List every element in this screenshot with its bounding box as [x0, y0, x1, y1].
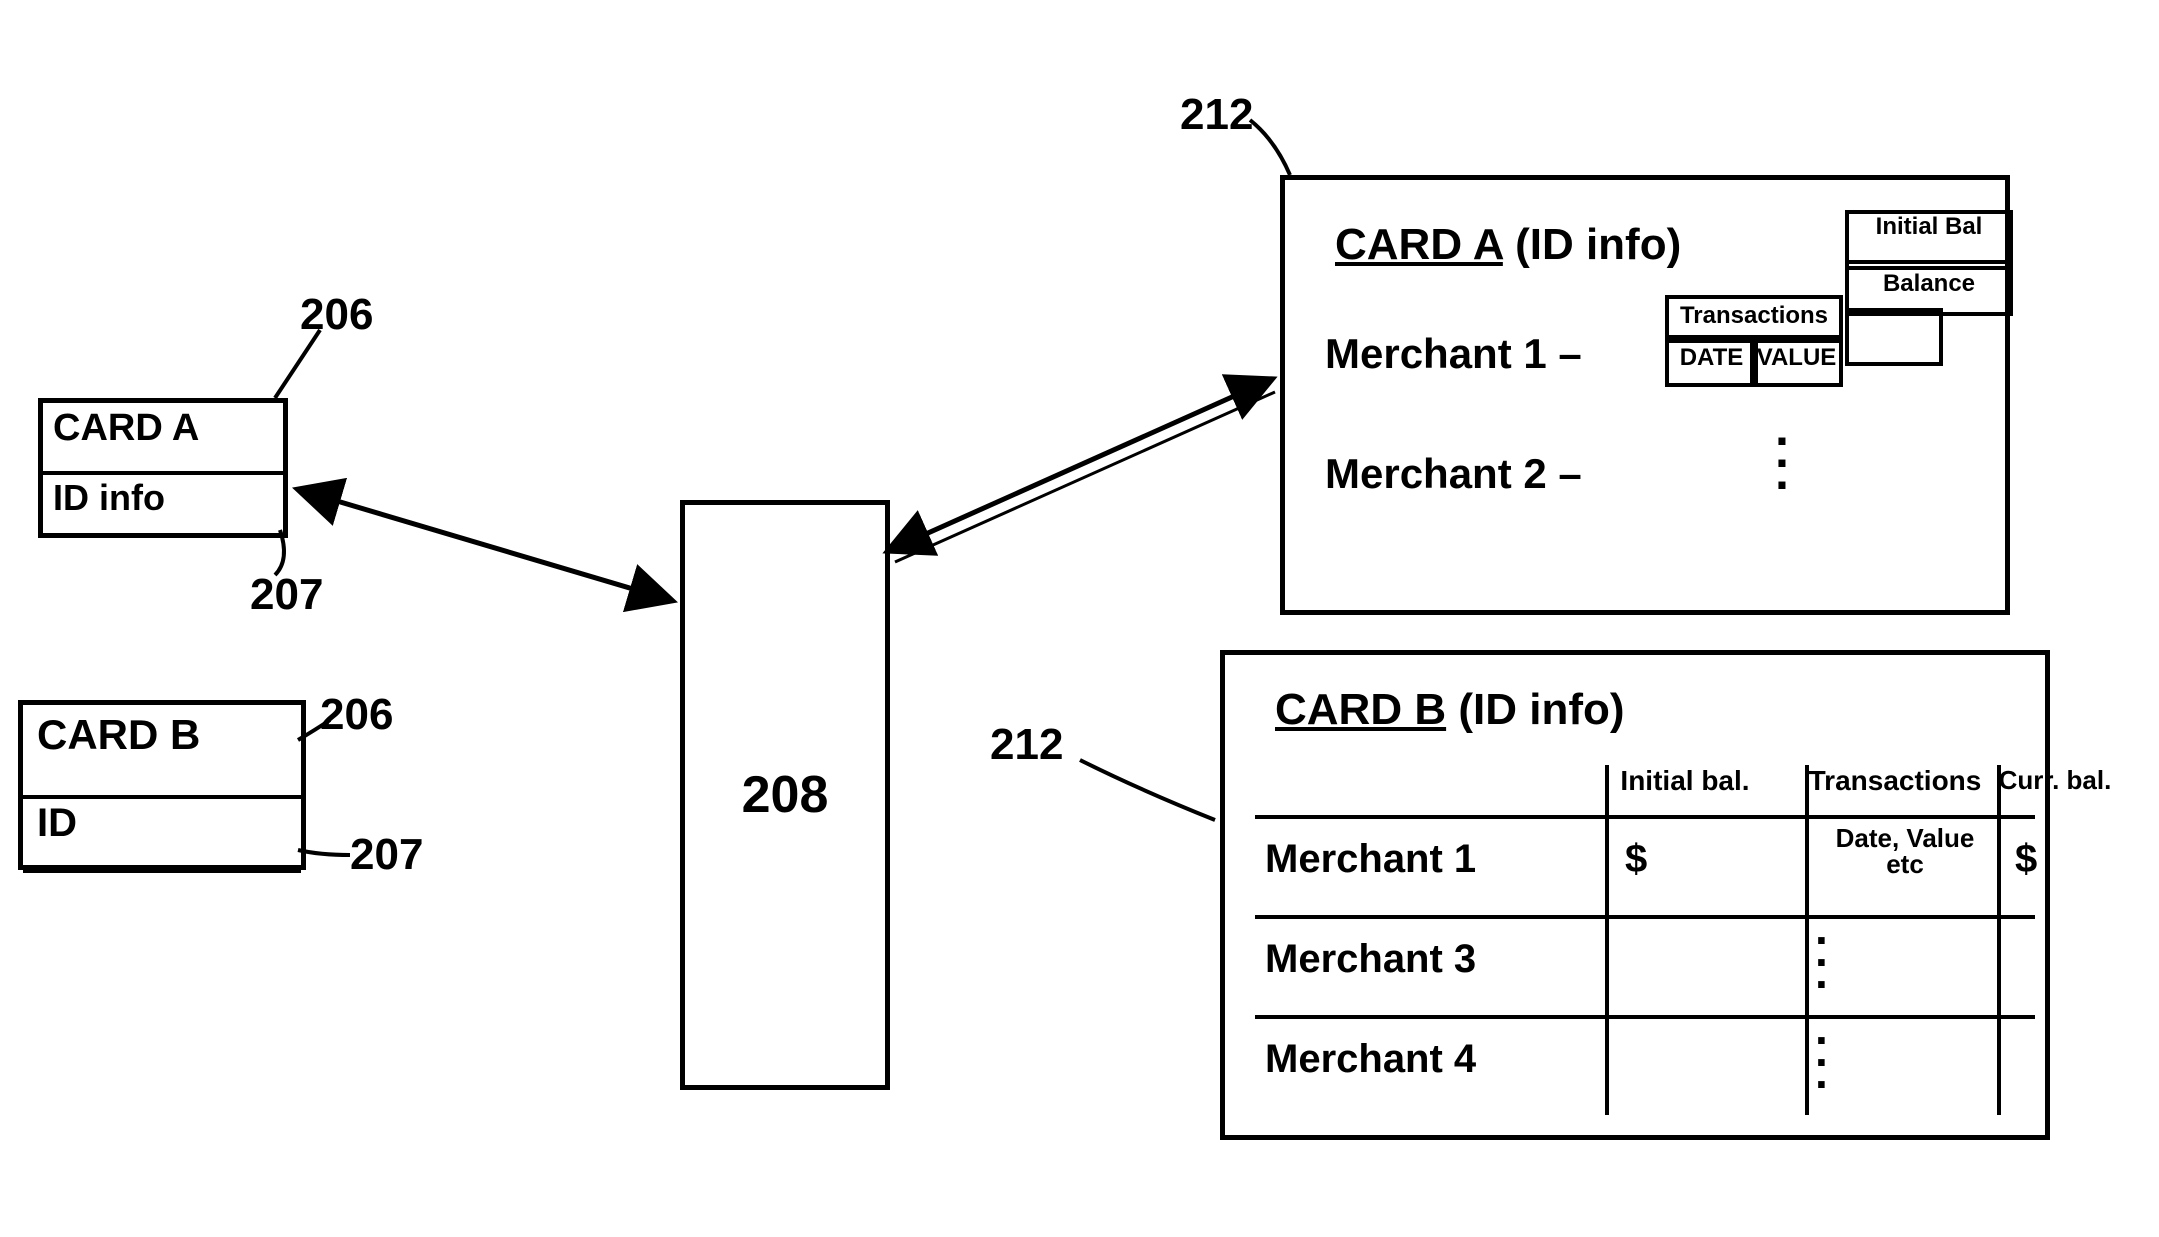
- record-b-title-card: CARD B: [1275, 685, 1446, 734]
- record-a-merchant-2: Merchant 2 –: [1325, 450, 1582, 498]
- record-a-hdr-value: VALUE: [1750, 335, 1843, 387]
- record-b-panel: CARD B (ID info) Initial bal. Transactio…: [1220, 650, 2050, 1140]
- ref-207-cardB: 207: [350, 830, 423, 880]
- record-a-title: CARD A (ID info): [1335, 220, 1681, 270]
- record-a-title-card: CARD A: [1335, 220, 1503, 269]
- record-a-balance-cell: [1845, 308, 1943, 366]
- record-a-panel: CARD A (ID info) Merchant 1 – Merchant 2…: [1280, 175, 2010, 615]
- card-b-id-label: ID: [23, 799, 301, 873]
- ref-208-label: 208: [685, 765, 885, 825]
- record-b-row-3-ellipsis: ···: [1815, 1029, 1830, 1095]
- card-a-box: CARD A ID info: [38, 398, 288, 538]
- record-a-hdr-date: DATE: [1665, 335, 1758, 387]
- record-a-ellipsis: ···: [1775, 430, 1792, 496]
- central-block-208: 208: [680, 500, 890, 1090]
- record-b-row-3: Merchant 4 ···: [1255, 1015, 2035, 1119]
- ref-206-cardB: 206: [320, 690, 393, 740]
- card-b-title: CARD B: [23, 705, 301, 799]
- record-b-title: CARD B (ID info): [1275, 685, 1625, 735]
- record-b-row-1-tr: Date, Value etc: [1815, 825, 1995, 877]
- record-b-row-3-name: Merchant 4: [1265, 1037, 1476, 1082]
- ref-212-recA: 212: [1180, 90, 1253, 140]
- record-a-merchant-1: Merchant 1 –: [1325, 330, 1582, 378]
- ref-206-cardA: 206: [300, 290, 373, 340]
- record-b-row-1-ib: $: [1625, 837, 1647, 882]
- record-b-row-2-name: Merchant 3: [1265, 937, 1476, 982]
- diagram-canvas: { "refs": { "r206a": "206", "r207a": "20…: [0, 0, 2159, 1237]
- record-a-title-id: (ID info): [1515, 220, 1681, 269]
- card-a-id-label: ID info: [43, 475, 283, 535]
- record-b-title-id: (ID info): [1458, 685, 1624, 734]
- ref-207-cardA: 207: [250, 570, 323, 620]
- record-b-hdr-initial-bal: Initial bal.: [1585, 765, 1785, 797]
- card-a-title: CARD A: [43, 403, 283, 475]
- record-b-hdr-transactions: Transactions: [1795, 765, 1995, 797]
- record-b-hdr-curr-bal: Curr. bal.: [1995, 765, 2115, 796]
- ref-212-recB: 212: [990, 720, 1063, 770]
- card-b-box: CARD B ID: [18, 700, 306, 870]
- record-b-row-2-ellipsis: ···: [1815, 929, 1830, 995]
- record-b-row-2: Merchant 3 ···: [1255, 915, 2035, 1019]
- record-b-row-1-name: Merchant 1: [1265, 837, 1476, 882]
- record-b-row-1-cb: $: [2015, 837, 2037, 882]
- record-b-row-1: Merchant 1 $ Date, Value etc $: [1255, 815, 2035, 919]
